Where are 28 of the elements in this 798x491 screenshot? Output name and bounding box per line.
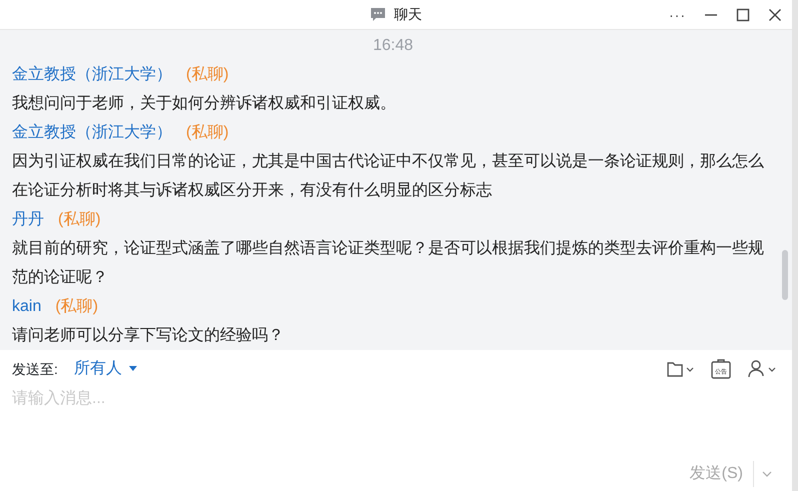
- send-to-label: 发送至:: [12, 360, 58, 378]
- send-button[interactable]: 发送(S): [680, 461, 754, 487]
- message-text: 我想问问于老师，关于如何分辨诉诸权威和引证权威。: [12, 94, 397, 114]
- member-button[interactable]: [748, 359, 776, 379]
- folder-button[interactable]: [666, 360, 694, 378]
- sender-name[interactable]: 金立教授（浙江大学）: [12, 66, 172, 83]
- private-tag: (私聊): [186, 124, 229, 141]
- more-button[interactable]: ···: [669, 4, 686, 26]
- timestamp: 16:48: [372, 36, 414, 56]
- sender-name[interactable]: 金立教授（浙江大学）: [12, 124, 172, 141]
- window-title: 聊天: [394, 5, 422, 24]
- message-text: 因为引证权威在我们日常的论证，尤其是中国古代论证中不仅常见，甚至可以说是一条论证规则，那么怎么在论证分析时将其与诉诸权威区分开来，有没有什么明显的区分标志: [12, 152, 765, 201]
- private-tag: (私聊): [186, 66, 229, 83]
- close-icon[interactable]: [768, 8, 782, 22]
- recipient-dropdown[interactable]: 所有人: [74, 357, 137, 381]
- folder-icon: [666, 360, 694, 378]
- maximize-icon[interactable]: [736, 8, 750, 22]
- caret-icon: [128, 366, 137, 372]
- chat-icon: [370, 7, 386, 22]
- private-tag: (私聊): [55, 298, 98, 315]
- sender-name[interactable]: kain: [12, 298, 42, 315]
- message-text: 请问老师可以分享下写论文的经验吗？: [12, 326, 285, 346]
- chevron-down-icon: [762, 470, 772, 478]
- person-icon: [748, 359, 776, 379]
- scrollbar-thumb[interactable]: [782, 250, 788, 300]
- sender-name[interactable]: 丹丹: [12, 211, 44, 228]
- message-text: 就目前的研究，论证型式涵盖了哪些自然语言论证类型呢？是否可以根据我们提炼的类型去评价重构一些规范的论证呢？: [12, 238, 765, 288]
- private-tag: (私聊): [58, 211, 101, 228]
